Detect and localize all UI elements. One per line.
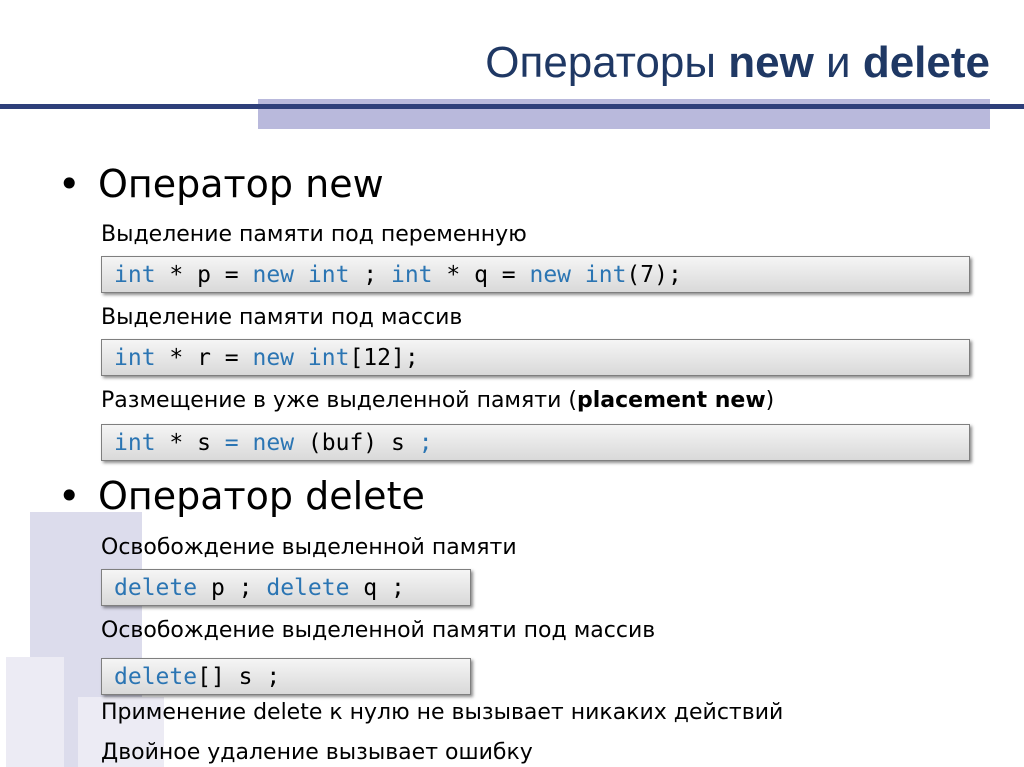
code-token: * p = [155,262,253,288]
code-token: p ; [197,575,267,601]
bullet-delete-heading: • Оператор delete [58,474,425,518]
var-alloc-label: Выделение памяти под переменную [101,222,527,247]
code-keyword: int [584,262,627,288]
code-token: (buf) s [294,430,419,456]
code-keyword: new [529,262,572,288]
code-keyword: delete [114,664,198,690]
code-keyword: new [252,262,295,288]
code-keyword: int [307,345,350,371]
code-token: [] s ; [197,664,281,690]
code-token: * s [155,430,225,456]
code-keyword: delete [114,575,198,601]
code-token: [12]; [349,345,419,371]
free-label: Освобождение выделенной памяти [101,535,517,560]
placement-label: Размещение в уже выделенной памяти (plac… [101,388,775,413]
code-keyword: int [307,262,350,288]
code-keyword: int [114,345,156,371]
code-token: (7); [626,262,682,288]
code-token: ; [418,430,433,456]
code-token: * q = [432,262,530,288]
title-underline-dark [0,104,1024,109]
decorative-block [6,657,64,767]
code-line-4: delete p ; delete q ; [101,569,471,606]
free-array-label: Освобождение выделенной памяти под масси… [101,618,656,643]
code-token: ; [349,262,391,288]
code-keyword: int [114,430,156,456]
code-line-3: int * s = new (buf) s ; [101,424,970,461]
bullet-new-heading: • Оператор new [58,162,384,206]
code-line-2: int * r = new int[12]; [101,339,970,376]
null-delete-note: Применение delete к нулю не вызывает ник… [101,700,784,725]
code-keyword: int [390,262,433,288]
code-keyword: new [252,430,295,456]
code-line-1: int * p = new int ; int * q = new int(7)… [101,256,970,293]
array-alloc-label: Выделение памяти под массив [101,305,463,330]
code-token: = [224,430,239,456]
slide-title: Операторы new и delete [485,38,990,87]
bullet-icon: • [58,162,81,206]
code-keyword: delete [266,575,350,601]
code-keyword: int [114,262,156,288]
code-token: * r = [155,345,253,371]
code-line-5: delete[] s ; [101,658,471,695]
bullet-icon: • [58,474,81,518]
double-delete-note: Двойное удаление вызывает ошибку [101,740,533,765]
code-keyword: new [252,345,295,371]
code-token: q ; [349,575,405,601]
